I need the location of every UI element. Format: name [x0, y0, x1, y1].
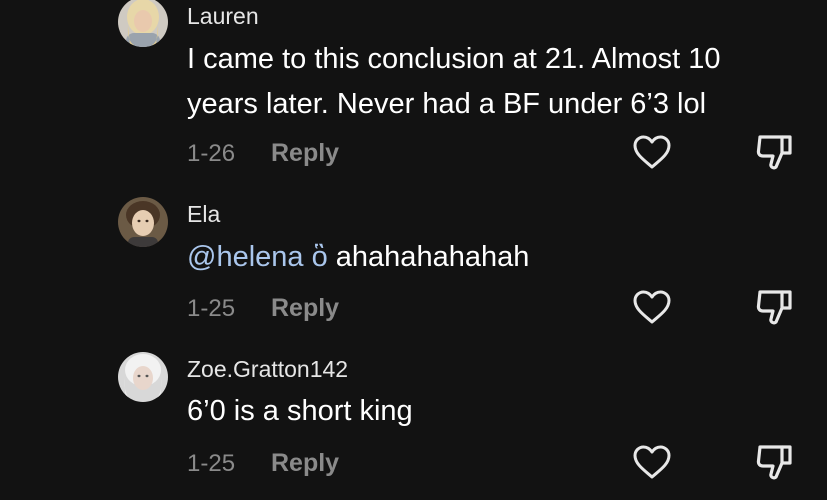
comment-text: 6’0 is a short king — [187, 395, 413, 427]
heart-icon[interactable] — [632, 134, 672, 170]
comment-text: I came to this conclusion at 21. Almost … — [187, 43, 721, 120]
comment-date: 1-25 — [187, 295, 236, 322]
heart-icon[interactable] — [632, 289, 672, 325]
comment-username[interactable]: Lauren — [187, 3, 259, 30]
mention-link[interactable]: @helena — [187, 241, 304, 273]
thumbs-down-icon[interactable] — [752, 441, 796, 481]
avatar[interactable] — [118, 0, 168, 47]
comment-date: 1-25 — [187, 450, 236, 477]
comment-username[interactable]: Ela — [187, 201, 220, 228]
reply-button[interactable]: Reply — [271, 449, 339, 478]
reply-button[interactable]: Reply — [271, 294, 339, 323]
comment-text-content: ahahahahahah — [335, 241, 530, 273]
heart-icon[interactable] — [632, 444, 672, 480]
avatar[interactable] — [118, 197, 168, 247]
comment-text: @helena ὃ ahahahahahah — [187, 235, 797, 280]
comment-username[interactable]: Zoe.Gratton142 — [187, 356, 348, 383]
thumbs-down-icon[interactable] — [752, 286, 796, 326]
reply-button[interactable]: Reply — [271, 139, 339, 168]
mention-suffix: ὃ — [311, 241, 328, 273]
avatar[interactable] — [118, 352, 168, 402]
comment-date: 1-26 — [187, 140, 236, 167]
thumbs-down-icon[interactable] — [752, 131, 796, 171]
